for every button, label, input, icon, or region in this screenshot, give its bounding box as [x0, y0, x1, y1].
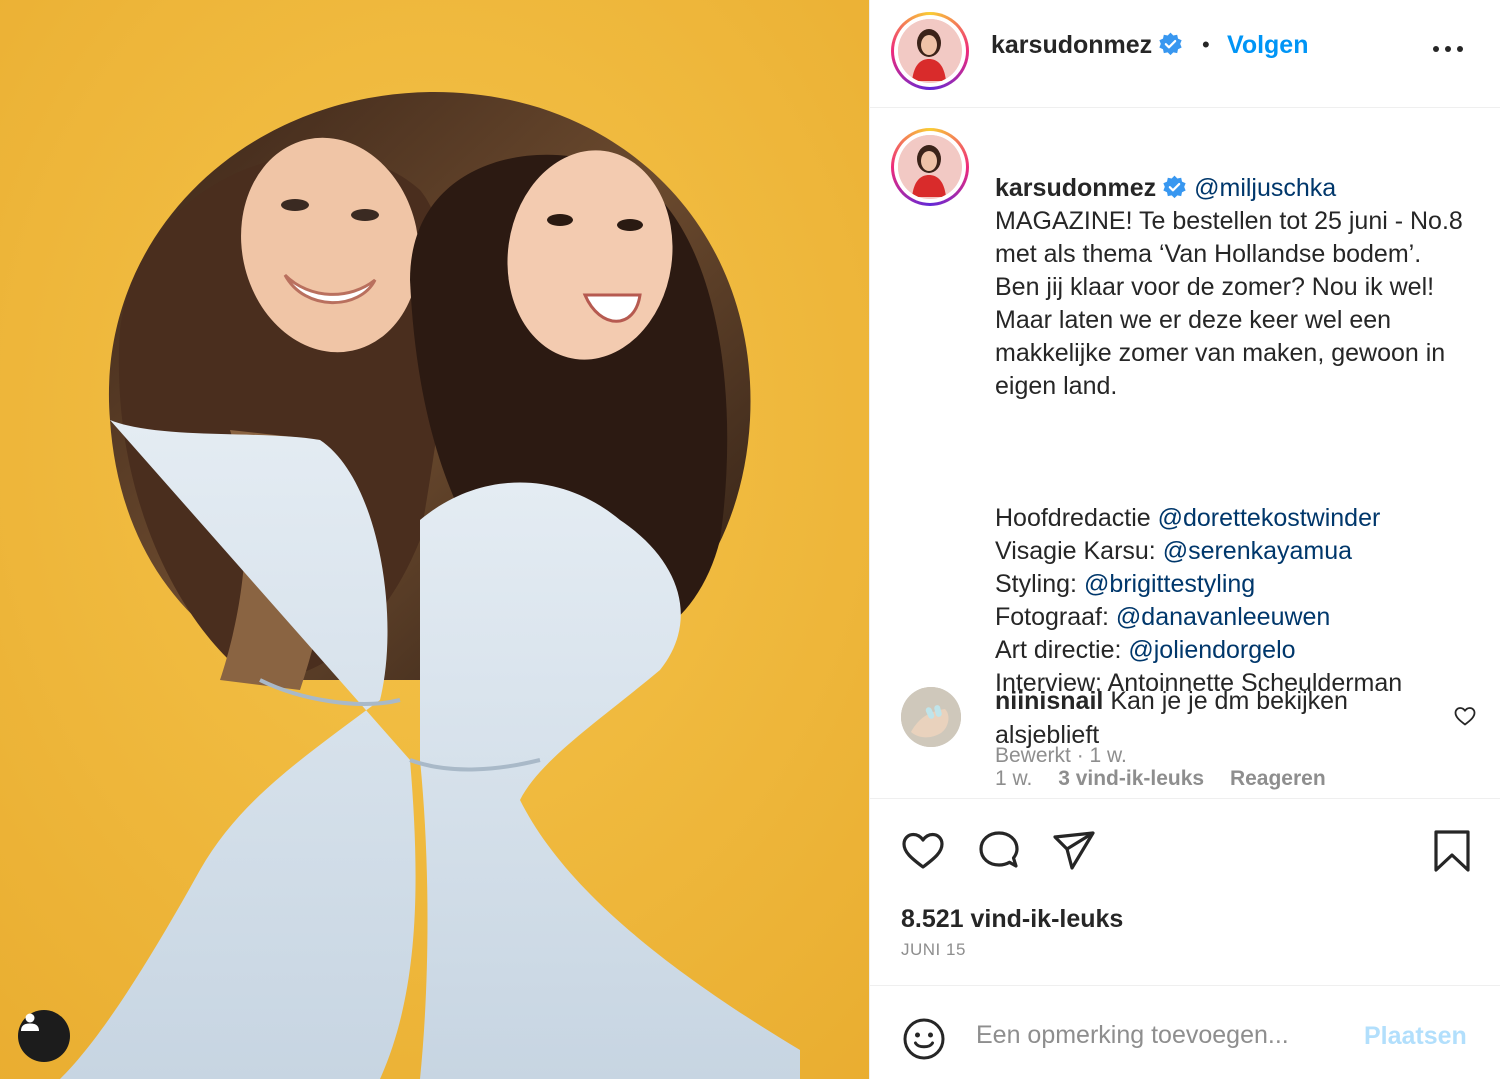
- avatar-image: [898, 135, 960, 197]
- user-tag-button[interactable]: [18, 1010, 70, 1062]
- post-header: karsudonmez • Volgen: [870, 0, 1500, 108]
- comment-meta: 1 w. 3 vind-ik-leuks Reageren: [995, 767, 1346, 791]
- user-tag-icon: [21, 1013, 39, 1031]
- credit-mention[interactable]: @joliendorgelo: [1128, 636, 1295, 664]
- likes-count[interactable]: 8.521 vind-ik-leuks: [901, 905, 1123, 934]
- share-icon[interactable]: [1050, 827, 1098, 875]
- post-details-panel: karsudonmez • Volgen karsudonmez @miljus…: [869, 0, 1500, 1079]
- reply-button[interactable]: Reageren: [1230, 767, 1326, 790]
- caption-text: MAGAZINE! Te bestellen tot 25 juni - No.…: [995, 207, 1463, 400]
- credit-line: Styling: @brigittestyling: [995, 570, 1256, 598]
- credit-mention[interactable]: @brigittestyling: [1084, 570, 1255, 598]
- caption-username[interactable]: karsudonmez: [995, 174, 1156, 202]
- header-separator: •: [1202, 32, 1210, 57]
- avatar-image: [898, 19, 960, 81]
- credit-line: Fotograaf: @danavanleeuwen: [995, 603, 1331, 631]
- save-icon[interactable]: [1428, 827, 1476, 875]
- caption-mention[interactable]: @miljuschka: [1194, 174, 1336, 202]
- post-photo[interactable]: [0, 0, 869, 1079]
- author-username-text[interactable]: karsudonmez: [991, 31, 1152, 59]
- post-actions: 8.521 vind-ik-leuks JUNI 15: [870, 798, 1500, 984]
- verified-icon: [1159, 32, 1182, 56]
- caption-author-avatar[interactable]: [891, 128, 969, 206]
- post-date: JUNI 15: [901, 940, 966, 959]
- credit-mention[interactable]: @danavanleeuwen: [1116, 603, 1330, 631]
- author-username[interactable]: karsudonmez: [991, 31, 1183, 60]
- comment-like-icon[interactable]: [1453, 704, 1477, 728]
- credit-mention[interactable]: @serenkayamua: [1163, 537, 1352, 565]
- author-avatar[interactable]: [891, 12, 969, 90]
- commenter-username[interactable]: niinisnail: [995, 687, 1103, 715]
- commenter-avatar[interactable]: [901, 687, 961, 747]
- post-comment-button[interactable]: Plaatsen: [1364, 1022, 1467, 1051]
- post-image: [0, 0, 869, 1079]
- follow-button[interactable]: Volgen: [1227, 31, 1308, 60]
- add-comment-bar: Plaatsen: [870, 985, 1500, 1079]
- comment-input[interactable]: [976, 1014, 1346, 1056]
- emoji-icon[interactable]: [901, 1016, 947, 1062]
- comment-text-block: niinisnail Kan je je dm bekijken alsjebl…: [995, 684, 1435, 752]
- credit-line: Hoofdredactie @dorettekostwinder: [995, 504, 1381, 532]
- credit-line: Art directie: @joliendorgelo: [995, 636, 1296, 664]
- avatar-image: [901, 687, 961, 747]
- verified-icon: [1163, 175, 1186, 199]
- like-icon[interactable]: [899, 827, 947, 875]
- comment-time: 1 w.: [995, 767, 1033, 790]
- credit-mention[interactable]: @dorettekostwinder: [1158, 504, 1381, 532]
- comment-likes-count[interactable]: 3 vind-ik-leuks: [1058, 767, 1204, 790]
- credit-line: Visagie Karsu: @serenkayamua: [995, 537, 1353, 565]
- comments-section[interactable]: karsudonmez @miljuschka MAGAZINE! Te bes…: [870, 109, 1500, 799]
- caption-credits: Hoofdredactie @dorettekostwinder Visagie…: [995, 502, 1465, 700]
- comment-icon[interactable]: [975, 827, 1023, 875]
- more-options-icon[interactable]: [1430, 38, 1466, 60]
